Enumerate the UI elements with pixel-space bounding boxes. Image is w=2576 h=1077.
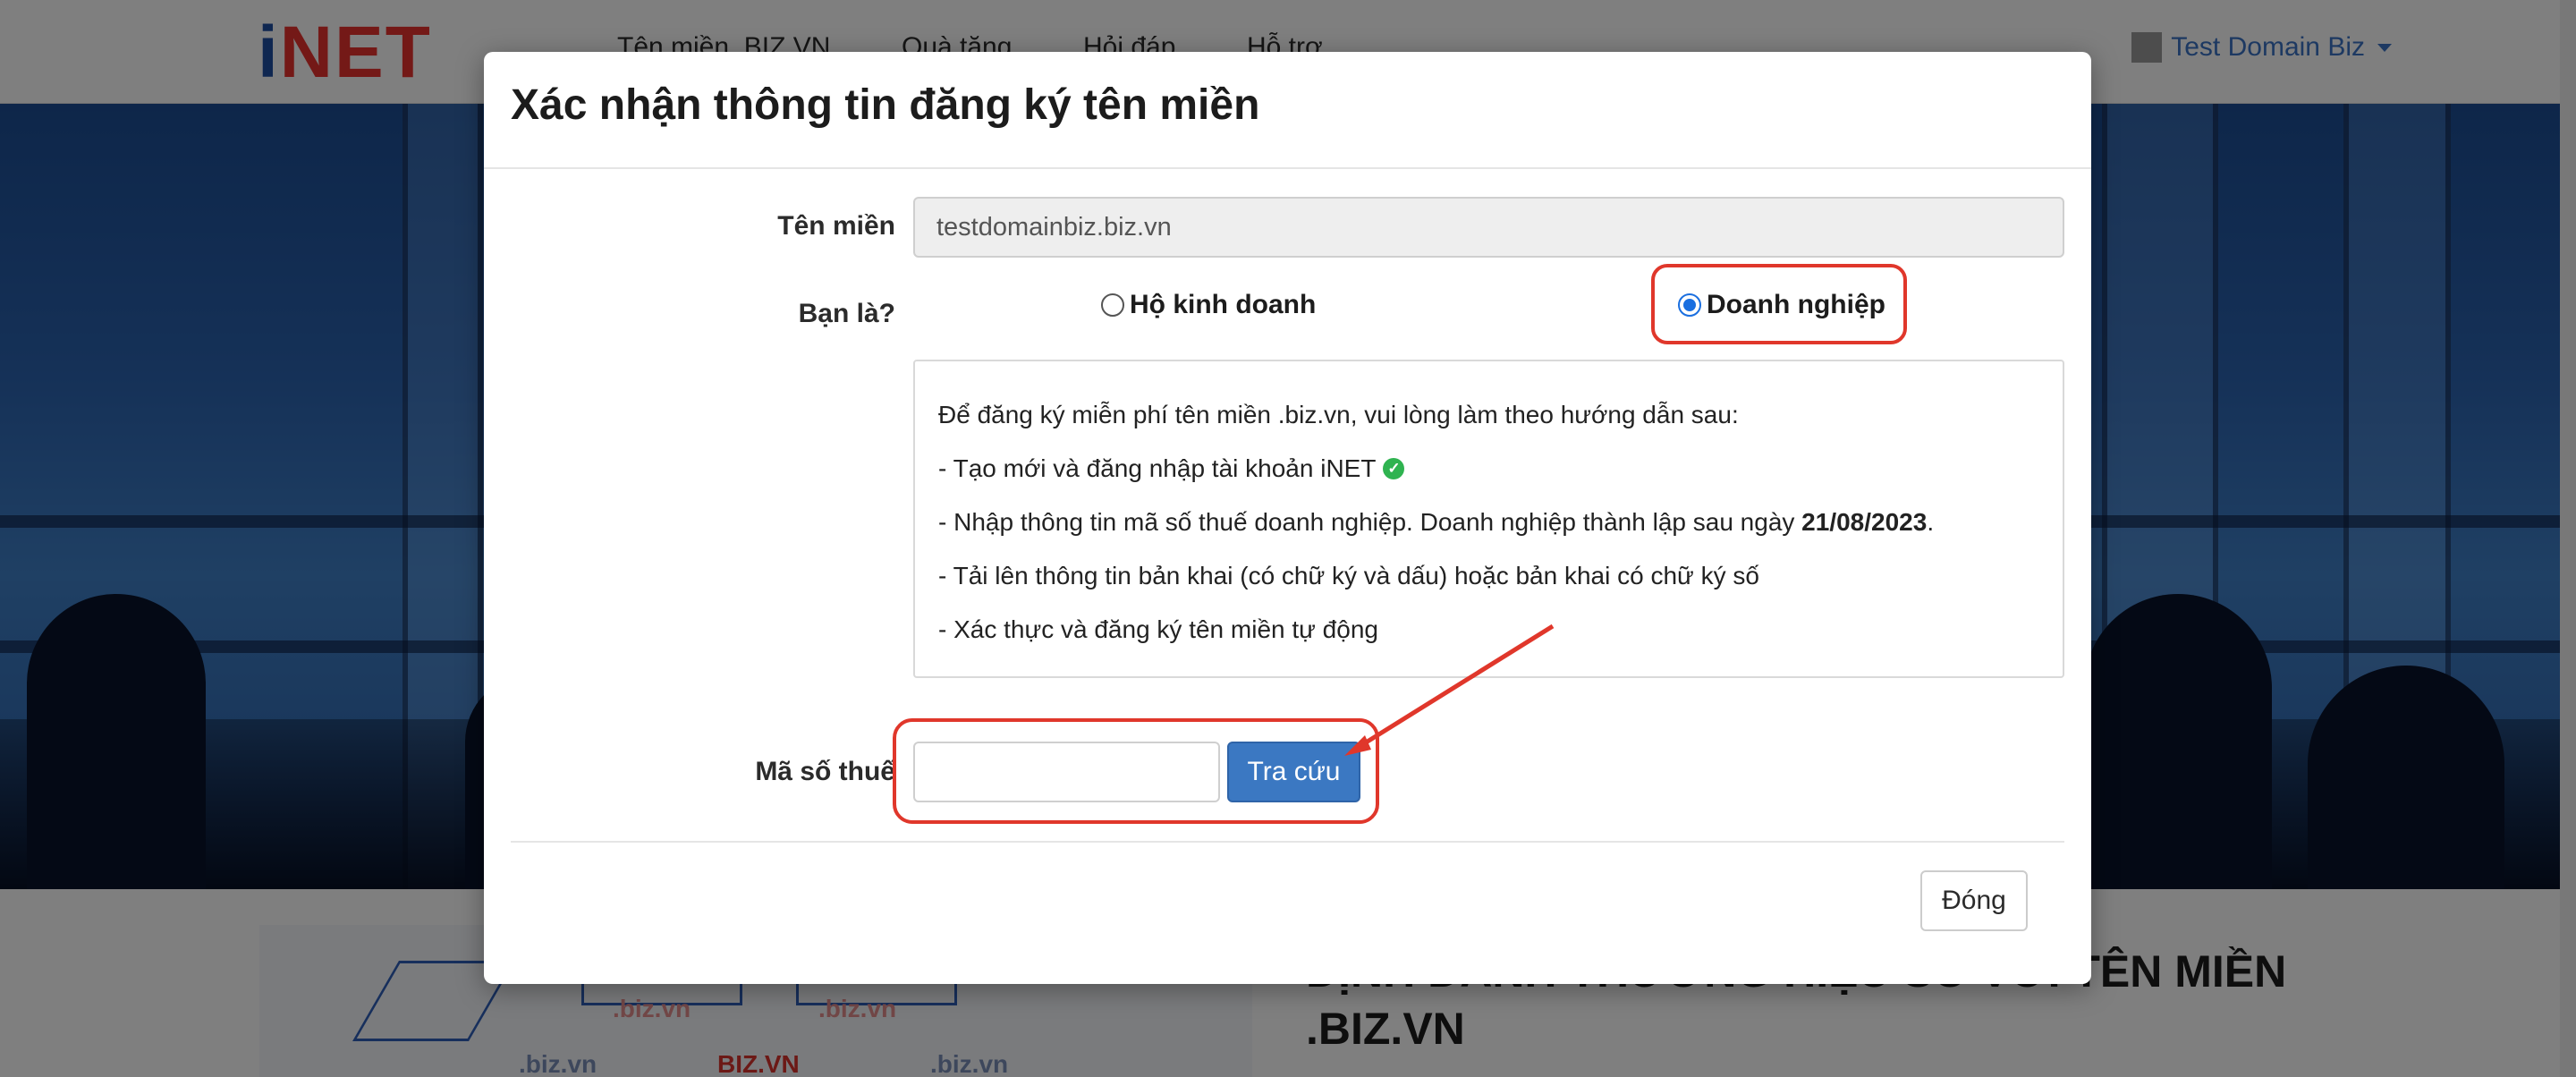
founding-date: 21/08/2023 (1801, 508, 1928, 536)
divider (484, 167, 2091, 169)
lookup-button[interactable]: Tra cứu (1227, 742, 1360, 802)
type-label: Bạn là? (798, 299, 895, 328)
instruction-step: - Tạo mới và đăng nhập tài khoản iNET ✓ (938, 442, 2039, 496)
instruction-step: - Nhập thông tin mã số thuế doanh nghiệp… (938, 508, 1935, 536)
domain-confirm-modal: Xác nhận thông tin đăng ký tên miền Tên … (484, 52, 2091, 984)
close-button[interactable]: Đóng (1920, 870, 2028, 931)
instruction-step: - Xác thực và đăng ký tên miền tự động (938, 615, 1378, 643)
radio-household[interactable]: Hộ kinh doanh (1101, 290, 1316, 320)
instruction-intro: Để đăng ký miễn phí tên miền .biz.vn, vu… (938, 401, 1739, 428)
radio-household-label: Hộ kinh doanh (1130, 290, 1317, 319)
tax-label: Mã số thuế (755, 757, 895, 786)
tax-code-input[interactable] (913, 742, 1220, 802)
instruction-step: - Tải lên thông tin bản khai (có chữ ký … (938, 562, 1759, 589)
divider (511, 841, 2064, 843)
instructions-box: Để đăng ký miễn phí tên miền .biz.vn, vu… (913, 360, 2064, 678)
check-circle-icon: ✓ (1383, 458, 1405, 479)
highlight-business-option (1651, 264, 1907, 344)
modal-title: Xác nhận thông tin đăng ký tên miền (511, 81, 1260, 129)
domain-field: testdomainbiz.biz.vn (913, 197, 2064, 258)
radio-household-circle[interactable] (1101, 293, 1124, 317)
domain-label: Tên miền (777, 211, 895, 241)
